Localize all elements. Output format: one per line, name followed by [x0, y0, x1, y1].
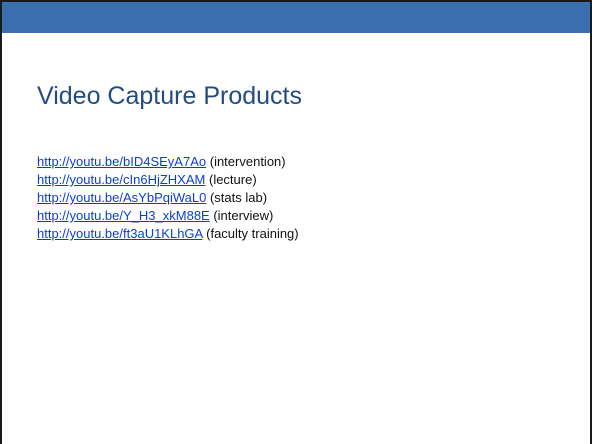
video-link-intervention[interactable]: http://youtu.be/bID4SEyA7Ao — [37, 154, 206, 169]
list-item: http://youtu.be/Y_H3_xkM88E (interview) — [37, 207, 299, 225]
header-band — [2, 2, 590, 33]
list-item: http://youtu.be/cIn6HjZHXAM (lecture) — [37, 171, 299, 189]
link-note-stats-lab: (stats lab) — [209, 190, 268, 205]
video-link-interview[interactable]: http://youtu.be/Y_H3_xkM88E — [37, 208, 210, 223]
link-note-interview: (interview) — [213, 208, 274, 223]
video-link-lecture[interactable]: http://youtu.be/cIn6HjZHXAM — [37, 172, 205, 187]
video-link-stats-lab[interactable]: http://youtu.be/AsYbPqiWaL0 — [37, 190, 206, 205]
link-note-lecture: (lecture) — [208, 172, 257, 187]
slide: Video Capture Products http://youtu.be/b… — [0, 0, 592, 444]
link-note-intervention: (intervention) — [209, 154, 286, 169]
list-item: http://youtu.be/AsYbPqiWaL0 (stats lab) — [37, 189, 299, 207]
video-link-list: http://youtu.be/bID4SEyA7Ao (interventio… — [37, 153, 299, 243]
list-item: http://youtu.be/bID4SEyA7Ao (interventio… — [37, 153, 299, 171]
video-link-faculty-training[interactable]: http://youtu.be/ft3aU1KLhGA — [37, 226, 203, 241]
list-item: http://youtu.be/ft3aU1KLhGA (faculty tra… — [37, 225, 299, 243]
link-note-faculty-training: (faculty training) — [206, 226, 299, 241]
slide-title: Video Capture Products — [37, 82, 302, 110]
